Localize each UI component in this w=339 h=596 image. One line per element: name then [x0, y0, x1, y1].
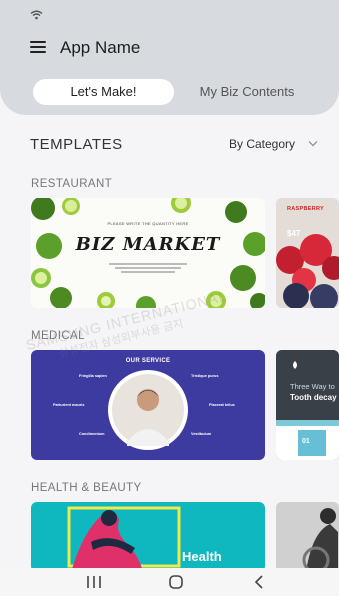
category-filter-dropdown[interactable]: By Category — [229, 137, 295, 151]
templates-heading: TEMPLATES — [30, 136, 123, 153]
tab-lets-make[interactable]: Let's Make! — [33, 79, 174, 105]
service-label-2: Tristique purus — [191, 374, 219, 378]
category-label-restaurant: RESTAURANT — [31, 178, 113, 190]
template-card-tooth-decay[interactable]: Three Way to Tooth decay 01 — [276, 350, 339, 460]
biz-market-title: BIZ MARKET — [75, 234, 221, 255]
template-card-biz-market[interactable]: PLEASE WRITE THE QUANTITY HERE BIZ MARKE… — [31, 198, 265, 308]
template-card-health[interactable]: Health — [31, 502, 265, 572]
tooth-card-number: 01 — [302, 438, 310, 445]
status-bar — [0, 0, 339, 24]
biz-market-body-text — [103, 262, 193, 275]
hamburger-menu-icon[interactable] — [30, 41, 46, 55]
app-title: App Name — [60, 38, 141, 57]
service-label-1: Fringilla sapien — [79, 374, 107, 378]
service-label-4: Placerat tellus — [209, 403, 235, 407]
raspberry-illustration — [276, 234, 339, 308]
cyclist-illustration — [276, 502, 339, 572]
service-label-6: Vestibulum — [191, 432, 212, 436]
fitness-woman-illustration — [67, 506, 181, 572]
home-icon[interactable] — [164, 572, 188, 592]
chevron-down-icon[interactable] — [308, 140, 318, 148]
app-header: App Name Let's Make! My Biz Contents — [0, 24, 339, 115]
back-icon[interactable] — [248, 572, 272, 592]
raspberry-price: $47 — [287, 229, 301, 238]
leaf-logo-icon — [293, 361, 297, 369]
wifi-icon — [30, 10, 43, 20]
tab-my-biz-contents[interactable]: My Biz Contents — [181, 79, 313, 105]
template-card-cycling[interactable] — [276, 502, 339, 572]
system-nav-bar — [0, 568, 339, 596]
template-card-raspberry[interactable]: RASPBERRY $47 — [276, 198, 339, 308]
tooth-card-line2: Tooth decay — [290, 393, 337, 402]
category-label-medical: MEDICAL — [31, 330, 85, 342]
tooth-card-line1: Three Way to — [290, 382, 335, 391]
template-card-our-service[interactable]: OUR SERVICE Fringilla sapien Tristique p… — [31, 350, 265, 460]
category-label-health-beauty: HEALTH & BEAUTY — [31, 482, 142, 494]
service-label-3: Parturient mauris — [53, 403, 85, 407]
biz-market-subtitle: PLEASE WRITE THE QUANTITY HERE — [107, 221, 189, 226]
raspberry-label: RASPBERRY — [287, 206, 325, 212]
service-label-5: Condimentum — [79, 432, 105, 436]
recent-apps-icon[interactable] — [82, 572, 106, 592]
health-title: Health — [182, 549, 222, 564]
